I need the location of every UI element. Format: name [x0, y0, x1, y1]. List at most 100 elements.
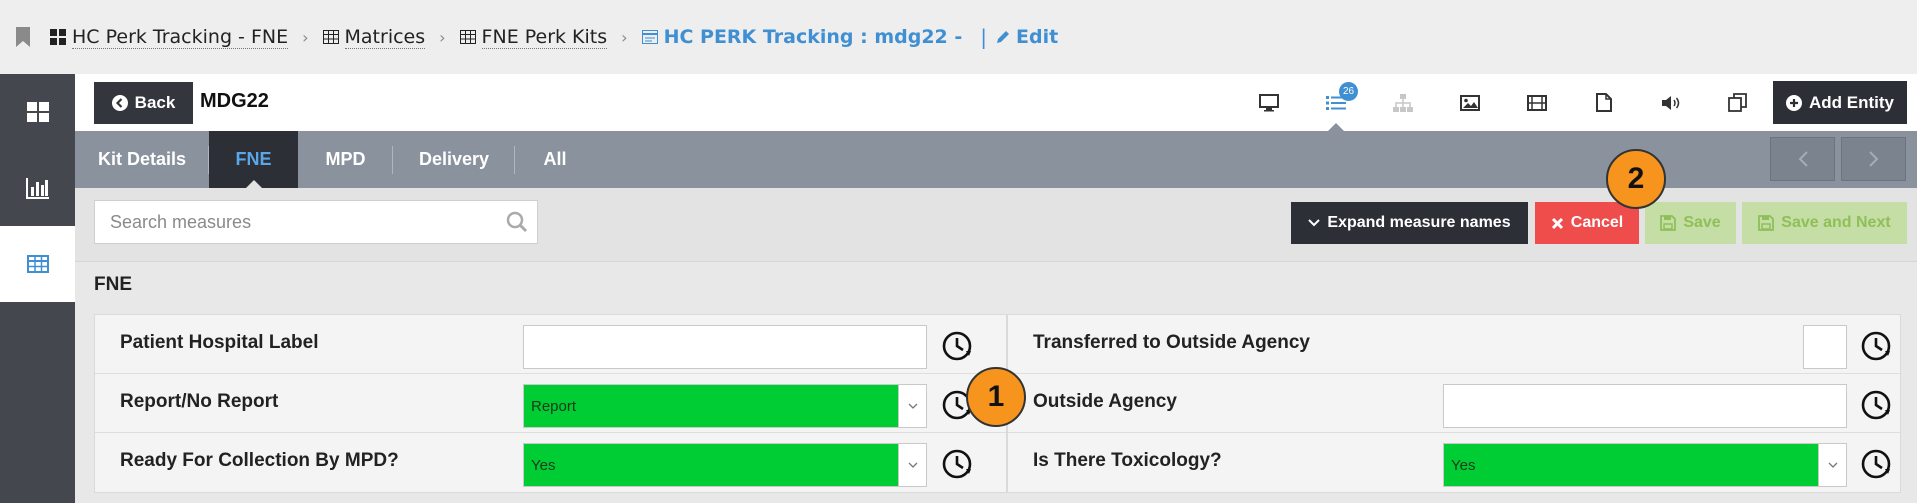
expand-measure-names-button[interactable]: Expand measure names [1291, 202, 1528, 244]
tab-kit-details[interactable]: Kit Details [75, 131, 209, 188]
main-content: Back MDG22 26 Add Entity Kit Details FNE… [75, 74, 1917, 503]
save-and-next-button[interactable]: Save and Next [1742, 202, 1907, 244]
measure-label: Ready For Collection By MPD? [120, 450, 399, 471]
measure-row: Ready For Collection By MPD? Yes [95, 433, 1006, 492]
tab-label: FNE [235, 149, 272, 169]
rail-item-dashboard[interactable] [0, 74, 75, 150]
monitor-view-button[interactable] [1235, 74, 1302, 131]
tab-delivery[interactable]: Delivery [393, 131, 515, 188]
active-indicator [1328, 123, 1344, 131]
rail-item-tables[interactable] [0, 226, 75, 302]
toxicology-select[interactable]: Yes [1443, 443, 1847, 487]
form-icon [641, 30, 658, 44]
search-icon[interactable] [506, 211, 528, 237]
next-button[interactable] [1841, 137, 1906, 181]
breadcrumb-label: FNE Perk Kits [481, 25, 608, 49]
breadcrumb-bar: HC Perk Tracking - FNE › Matrices › FNE … [0, 0, 1917, 74]
page-title: MDG22 [200, 90, 269, 112]
chevron-left-circle-icon [111, 95, 128, 111]
edit-link[interactable]: Edit [995, 26, 1058, 48]
transferred-checkbox[interactable] [1803, 325, 1847, 369]
select-value: Report [524, 385, 898, 427]
history-icon[interactable] [1858, 387, 1894, 423]
chevron-right-icon: › [439, 27, 446, 47]
chevron-left-icon [1798, 151, 1808, 167]
previous-button[interactable] [1770, 137, 1835, 181]
rail-item-charts[interactable] [0, 150, 75, 226]
divider: | [980, 25, 988, 49]
save-label: Save [1683, 214, 1721, 231]
save-next-label: Save and Next [1781, 214, 1891, 231]
monitor-icon [1258, 93, 1279, 111]
tab-label: MPD [325, 149, 366, 169]
cancel-label: Cancel [1570, 214, 1624, 231]
chevron-right-icon: › [621, 27, 628, 47]
list-count-badge: 26 [1339, 82, 1358, 101]
table-icon [322, 30, 339, 44]
hierarchy-view-button[interactable] [1369, 74, 1436, 131]
outside-agency-input[interactable] [1443, 384, 1847, 428]
close-icon [1551, 217, 1563, 229]
measure-row: Is There Toxicology? Yes [1008, 433, 1900, 492]
select-value: Yes [1444, 444, 1818, 486]
measure-row: Patient Hospital Label [95, 315, 1006, 374]
save-icon [1758, 215, 1775, 231]
breadcrumb-item-current: HC PERK Tracking : mdg22 - [641, 26, 962, 48]
document-icon [1595, 93, 1612, 112]
history-icon[interactable] [1858, 328, 1894, 364]
ready-for-collection-select[interactable]: Yes [523, 443, 927, 487]
report-no-report-select[interactable]: Report [523, 384, 927, 428]
callout-marker: 2 [1606, 149, 1666, 209]
audio-view-button[interactable] [1637, 74, 1704, 131]
edit-label: Edit [1016, 26, 1059, 48]
history-icon[interactable] [939, 328, 975, 364]
history-icon[interactable] [939, 446, 975, 482]
tab-label: Kit Details [97, 149, 187, 169]
tab-mpd[interactable]: MPD [298, 131, 393, 188]
image-icon [1459, 94, 1480, 111]
table-icon [459, 30, 476, 44]
save-button[interactable]: Save [1645, 202, 1736, 244]
pencil-icon [997, 31, 1010, 43]
copy-view-button[interactable] [1704, 74, 1771, 131]
chevron-down-icon [898, 385, 926, 427]
list-view-button[interactable]: 26 [1302, 74, 1369, 131]
measure-row: Outside Agency [1008, 374, 1900, 433]
view-toolbar: 26 [1235, 74, 1771, 131]
dashboard-icon [26, 102, 49, 122]
chevron-down-icon [1818, 444, 1846, 486]
tab-all[interactable]: All [515, 131, 595, 188]
tab-label: All [543, 149, 567, 169]
chevron-right-icon [1868, 151, 1878, 167]
hierarchy-icon [1392, 93, 1413, 112]
search-box [94, 200, 538, 244]
tab-fne[interactable]: FNE [209, 131, 298, 188]
video-view-button[interactable] [1503, 74, 1570, 131]
breadcrumb-item-fne-perk-kits[interactable]: FNE Perk Kits [459, 25, 608, 49]
patient-hospital-label-input[interactable] [523, 325, 927, 369]
breadcrumb-label: HC Perk Tracking - FNE [72, 25, 289, 49]
breadcrumb-item-perk-tracking[interactable]: HC Perk Tracking - FNE [50, 25, 289, 49]
measure-row: Transferred to Outside Agency [1008, 315, 1900, 374]
search-input[interactable] [110, 211, 490, 233]
image-view-button[interactable] [1436, 74, 1503, 131]
measure-label: Patient Hospital Label [120, 332, 319, 353]
bookmark-icon[interactable] [14, 26, 32, 48]
cancel-button[interactable]: Cancel [1535, 202, 1639, 244]
add-entity-button[interactable]: Add Entity [1773, 81, 1907, 124]
document-view-button[interactable] [1570, 74, 1637, 131]
history-icon[interactable] [1858, 446, 1894, 482]
section-title: FNE [94, 274, 132, 295]
expand-label: Expand measure names [1327, 214, 1511, 231]
measure-row: Report/No Report Report [95, 374, 1006, 433]
breadcrumb-item-matrices[interactable]: Matrices [322, 26, 426, 49]
film-icon [1526, 94, 1547, 111]
right-measure-panel: Transferred to Outside Agency Outside Ag… [1007, 314, 1901, 493]
measure-label: Transferred to Outside Agency [1033, 332, 1310, 353]
left-measure-panel: Patient Hospital Label Report/No Report … [94, 314, 1007, 493]
dashboard-grid-icon [50, 29, 66, 45]
tab-label: Delivery [418, 149, 490, 169]
chevron-down-icon [898, 444, 926, 486]
add-entity-label: Add Entity [1809, 92, 1894, 112]
back-button[interactable]: Back [94, 82, 193, 124]
